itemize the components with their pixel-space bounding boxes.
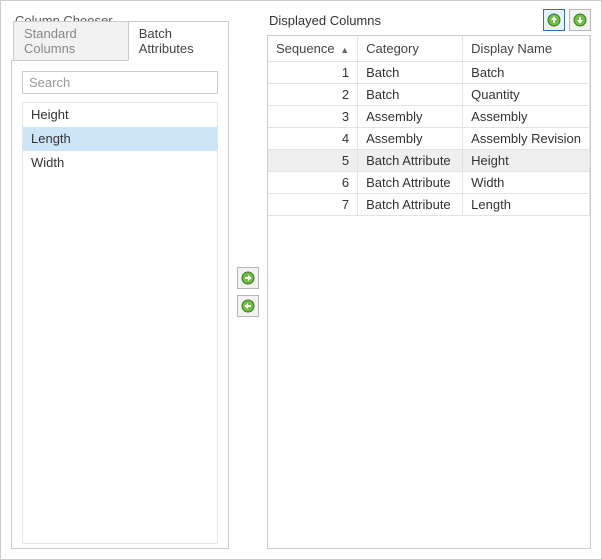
search-input[interactable] bbox=[22, 71, 218, 94]
table-row[interactable]: 5Batch AttributeHeight bbox=[268, 150, 590, 172]
left-column: Standard Columns Batch Attributes Height… bbox=[11, 35, 229, 549]
attribute-list[interactable]: HeightLengthWidth bbox=[22, 102, 218, 544]
cell-display-name: Quantity bbox=[463, 84, 590, 106]
col-header-sequence[interactable]: Sequence ▲ bbox=[268, 36, 358, 62]
remove-button[interactable] bbox=[237, 295, 259, 317]
cell-display-name: Length bbox=[463, 194, 590, 216]
list-item[interactable]: Height bbox=[23, 103, 217, 127]
cell-sequence: 4 bbox=[268, 128, 358, 150]
arrow-down-icon bbox=[573, 13, 587, 27]
cell-sequence: 7 bbox=[268, 194, 358, 216]
list-item[interactable]: Width bbox=[23, 151, 217, 175]
cell-sequence: 3 bbox=[268, 106, 358, 128]
cell-category: Batch Attribute bbox=[358, 172, 463, 194]
cell-sequence: 1 bbox=[268, 62, 358, 84]
transfer-buttons bbox=[229, 35, 267, 549]
sort-asc-icon: ▲ bbox=[340, 45, 349, 55]
search-wrap bbox=[22, 71, 218, 94]
cell-category: Assembly bbox=[358, 106, 463, 128]
cell-display-name: Assembly Revision bbox=[463, 128, 590, 150]
tab-standard-columns[interactable]: Standard Columns bbox=[13, 21, 129, 61]
right-column: Sequence ▲ Category Display Name 1BatchB… bbox=[267, 35, 591, 549]
tabs: Standard Columns Batch Attributes bbox=[11, 35, 229, 61]
arrow-right-icon bbox=[241, 271, 255, 285]
cell-display-name: Batch bbox=[463, 62, 590, 84]
cell-sequence: 5 bbox=[268, 150, 358, 172]
move-up-button[interactable] bbox=[543, 9, 565, 31]
col-header-display-name[interactable]: Display Name bbox=[463, 36, 590, 62]
table-row[interactable]: 4AssemblyAssembly Revision bbox=[268, 128, 590, 150]
col-header-category[interactable]: Category bbox=[358, 36, 463, 62]
reorder-buttons bbox=[543, 9, 591, 31]
displayed-columns-title: Displayed Columns bbox=[269, 13, 381, 28]
table-row[interactable]: 2BatchQuantity bbox=[268, 84, 590, 106]
body: Standard Columns Batch Attributes Height… bbox=[11, 35, 591, 549]
cell-category: Batch bbox=[358, 84, 463, 106]
column-chooser-panel: Column Chooser Displayed Columns bbox=[0, 0, 602, 560]
available-list-panel: HeightLengthWidth bbox=[11, 60, 229, 549]
table-row[interactable]: 3AssemblyAssembly bbox=[268, 106, 590, 128]
move-down-button[interactable] bbox=[569, 9, 591, 31]
cell-sequence: 6 bbox=[268, 172, 358, 194]
grid-header-row: Sequence ▲ Category Display Name bbox=[268, 36, 590, 62]
arrow-left-icon bbox=[241, 299, 255, 313]
tab-batch-attributes[interactable]: Batch Attributes bbox=[128, 21, 229, 61]
tab-standard-label: Standard Columns bbox=[24, 26, 77, 56]
displayed-columns-grid[interactable]: Sequence ▲ Category Display Name 1BatchB… bbox=[267, 35, 591, 549]
cell-category: Batch Attribute bbox=[358, 194, 463, 216]
arrow-up-icon bbox=[547, 13, 561, 27]
cell-display-name: Height bbox=[463, 150, 590, 172]
cell-category: Assembly bbox=[358, 128, 463, 150]
cell-sequence: 2 bbox=[268, 84, 358, 106]
tab-batch-label: Batch Attributes bbox=[139, 26, 194, 56]
cell-category: Batch Attribute bbox=[358, 150, 463, 172]
list-item[interactable]: Length bbox=[23, 127, 217, 151]
table-row[interactable]: 7Batch AttributeLength bbox=[268, 194, 590, 216]
cell-display-name: Width bbox=[463, 172, 590, 194]
table-row[interactable]: 6Batch AttributeWidth bbox=[268, 172, 590, 194]
cell-category: Batch bbox=[358, 62, 463, 84]
add-button[interactable] bbox=[237, 267, 259, 289]
table-row[interactable]: 1BatchBatch bbox=[268, 62, 590, 84]
cell-display-name: Assembly bbox=[463, 106, 590, 128]
